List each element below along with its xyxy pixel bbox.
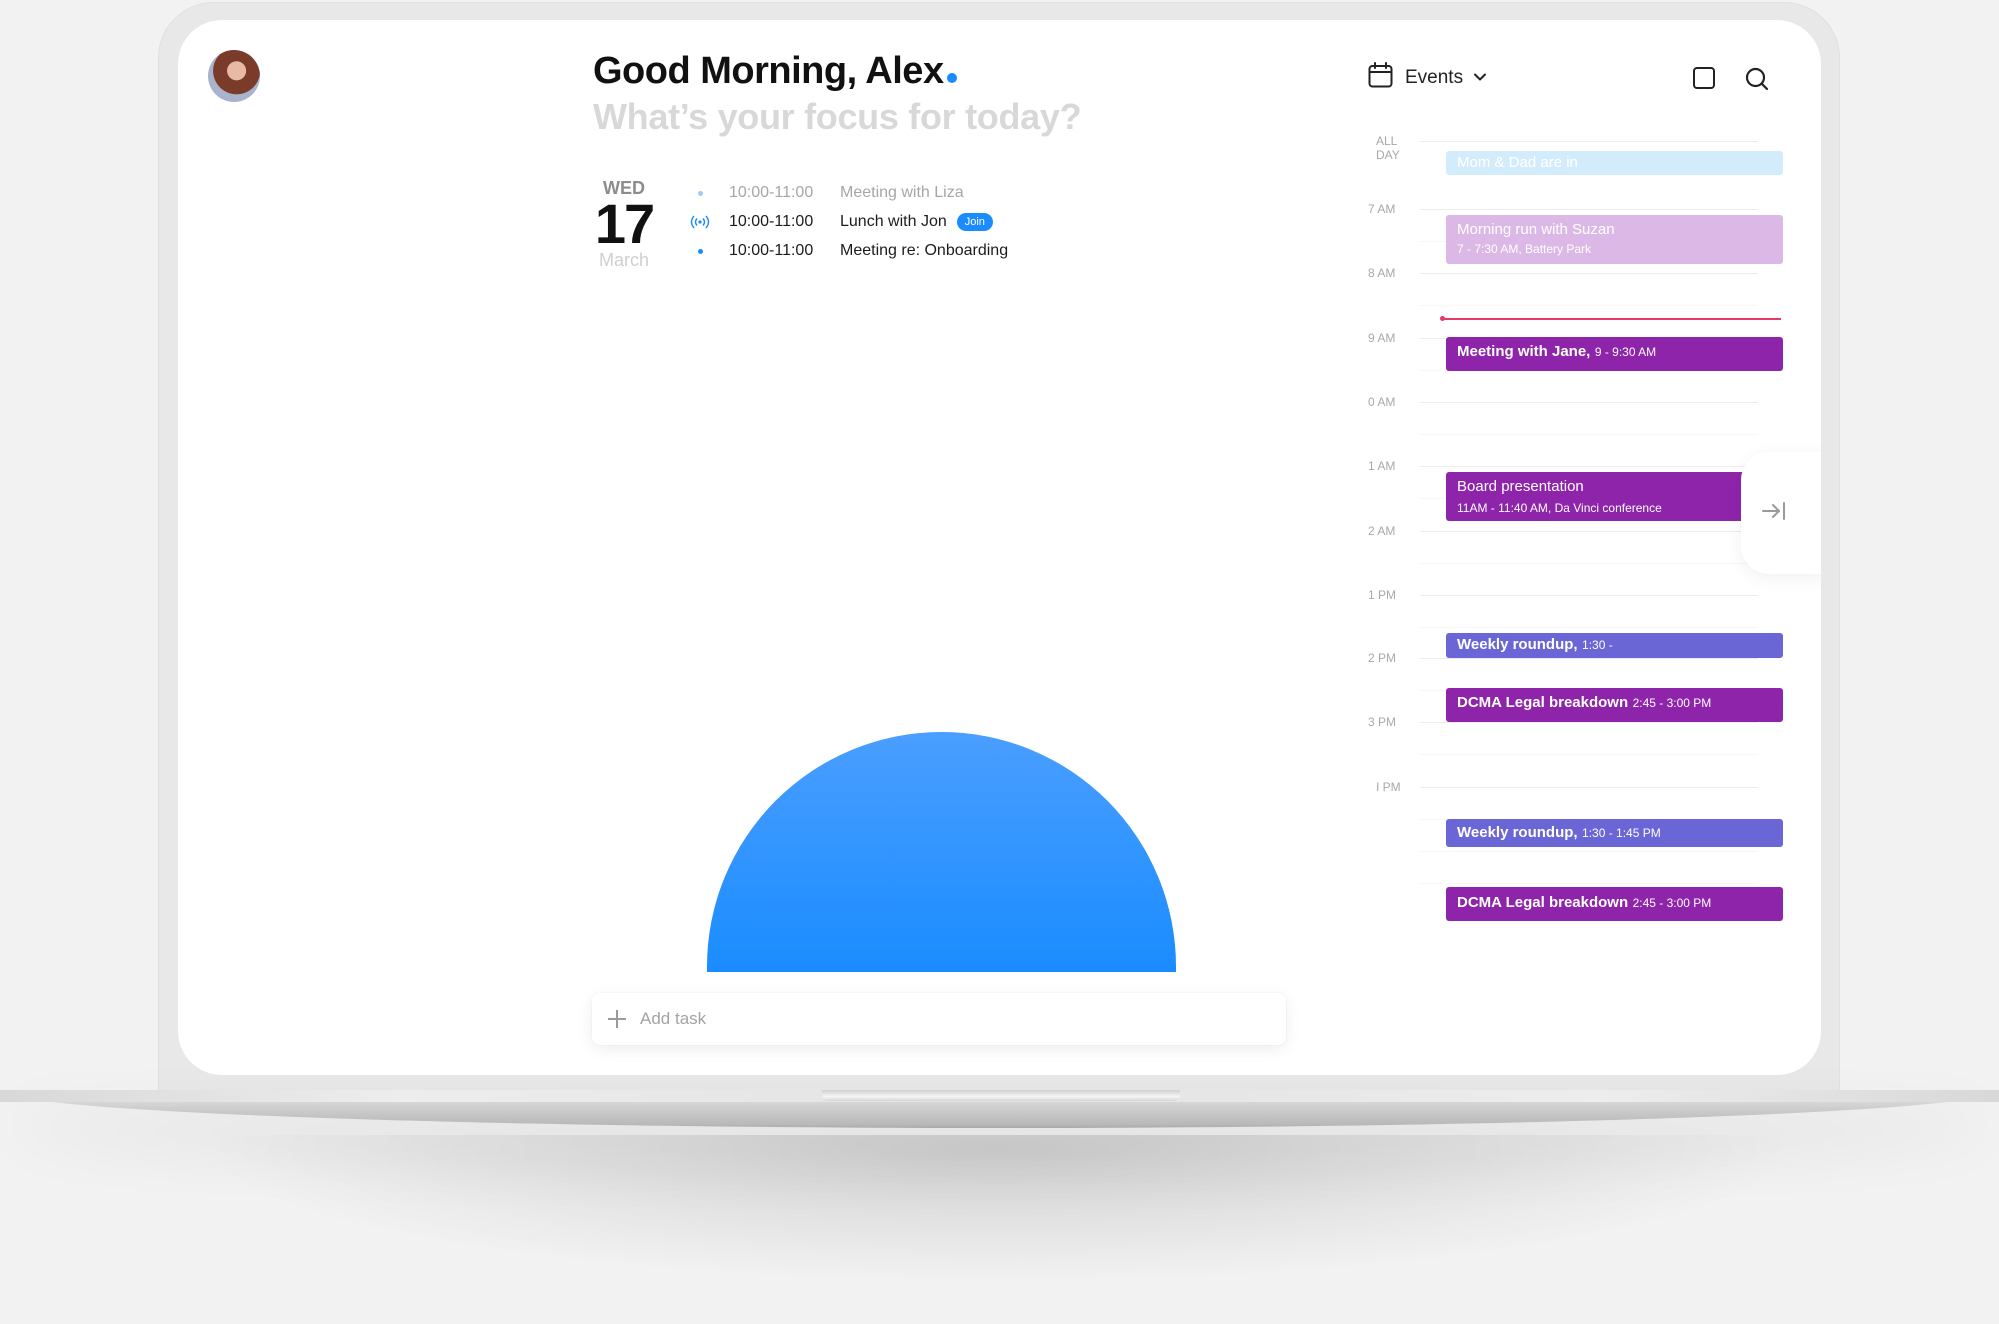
add-task-input[interactable] <box>638 1008 1286 1030</box>
event-time: 1:30 - <box>1582 638 1613 652</box>
agenda-title: Meeting with Liza <box>840 184 964 201</box>
search-icon[interactable] <box>1744 66 1770 97</box>
greeting-text: Good Morning, Alex <box>593 50 944 92</box>
grid-line <box>1420 531 1758 532</box>
chevron-down-icon <box>1473 69 1487 87</box>
grid-line <box>1420 595 1758 596</box>
time-label: 2 PM <box>1368 651 1397 665</box>
agenda-time: 10:00-11:00 <box>729 213 814 230</box>
event-block[interactable]: Board presentation 11AM - 11:40 AM, Da V… <box>1446 472 1783 521</box>
time-label: 9 AM <box>1368 331 1396 345</box>
grid-line <box>1420 209 1758 210</box>
calendar-icon <box>1368 62 1393 93</box>
grid-line <box>1420 658 1758 659</box>
arrow-right-to-line-icon <box>1761 500 1787 527</box>
time-label: I PM <box>1376 780 1401 794</box>
agenda-title: Meeting re: Onboarding <box>840 242 1009 259</box>
event-title: Mom & Dad are in <box>1457 154 1578 171</box>
event-block[interactable]: Morning run with Suzan 7 - 7:30 AM, Batt… <box>1446 215 1783 264</box>
laptop-shadow <box>200 1135 1800 1285</box>
event-time: 1:30 - 1:45 PM <box>1582 826 1661 840</box>
grid-line <box>1420 722 1758 723</box>
agenda-time: 10:00-11:00 <box>729 242 814 259</box>
event-subtitle: 11AM - 11:40 AM, Da Vinci conference <box>1457 501 1662 515</box>
add-task-bar[interactable] <box>592 993 1286 1045</box>
event-title: Weekly roundup, <box>1457 824 1578 841</box>
grid-half-line <box>1420 563 1758 564</box>
event-time: 2:45 - 3:00 PM <box>1632 696 1712 710</box>
grid-half-line <box>1420 851 1758 852</box>
grid-line <box>1420 466 1758 467</box>
event-block[interactable]: Weekly roundup, 1:30 - <box>1446 633 1783 658</box>
agenda-item[interactable]: 10:00-11:00 Meeting with Liza <box>688 180 964 206</box>
grid-line <box>1420 273 1758 274</box>
grid-half-line <box>1420 883 1758 884</box>
live-broadcast-icon <box>688 214 712 230</box>
agenda-time: 10:00-11:00 <box>729 184 814 201</box>
date-month: March <box>598 250 649 270</box>
date-day: 17 <box>594 192 655 255</box>
events-selector-label: Events <box>1405 66 1464 88</box>
current-time-indicator <box>1443 318 1781 320</box>
time-label: 1 PM <box>1368 588 1397 602</box>
event-title: Board presentation <box>1457 478 1584 495</box>
avatar[interactable] <box>208 50 260 102</box>
grid-line <box>1420 141 1758 142</box>
event-title: DCMA Legal breakdown <box>1457 894 1629 911</box>
laptop-notch <box>822 1090 1180 1101</box>
event-time: 9 - 9:30 AM <box>1594 345 1657 359</box>
greeting-title: Good Morning, Alex <box>593 50 957 93</box>
collapse-panel-button[interactable] <box>1741 452 1821 574</box>
time-label: 7 AM <box>1368 202 1396 216</box>
greeting-subtitle: What’s your focus for today? <box>593 96 1082 137</box>
time-label: 1 AM <box>1368 459 1396 473</box>
event-block[interactable]: Weekly roundup, 1:30 - 1:45 PM <box>1446 819 1783 847</box>
time-label: 3 PM <box>1368 715 1397 729</box>
events-selector[interactable]: Events <box>1368 62 1487 93</box>
event-block[interactable]: Mom & Dad are in <box>1446 151 1783 175</box>
agenda-title: Lunch with Jon <box>840 213 947 230</box>
focus-semicircle-graphic <box>707 732 1176 972</box>
time-label: 8 AM <box>1368 266 1396 280</box>
agenda-dot-icon <box>688 190 712 196</box>
grid-line <box>1420 787 1758 788</box>
grid-line <box>1420 402 1758 403</box>
time-label: 0 AM <box>1368 395 1396 409</box>
plus-icon[interactable] <box>608 1010 626 1028</box>
greeting-accent-dot <box>946 73 957 83</box>
grid-half-line <box>1420 434 1758 435</box>
event-subtitle: 7 - 7:30 AM, Battery Park <box>1457 242 1592 256</box>
agenda-dot-icon <box>688 248 712 254</box>
agenda-item[interactable]: 10:00-11:00 Lunch with Jon Join <box>688 209 993 235</box>
grid-half-line <box>1420 627 1758 628</box>
time-label-all-day: ALL DAY <box>1376 134 1400 162</box>
event-title: Morning run with Suzan <box>1457 221 1615 238</box>
agenda-item[interactable]: 10:00-11:00 Meeting re: Onboarding <box>688 238 1008 264</box>
grid-half-line <box>1420 754 1758 755</box>
event-title: Meeting with Jane, <box>1457 343 1591 360</box>
event-time: 2:45 - 3:00 PM <box>1632 896 1712 910</box>
event-title: DCMA Legal breakdown <box>1457 694 1629 711</box>
event-block[interactable]: Meeting with Jane, 9 - 9:30 AM <box>1446 337 1783 371</box>
grid-half-line <box>1420 305 1758 306</box>
event-title: Weekly roundup, <box>1457 636 1578 653</box>
app-screen: Good Morning, Alex What’s your focus for… <box>178 20 1821 1075</box>
event-block[interactable]: DCMA Legal breakdown 2:45 - 3:00 PM <box>1446 688 1783 722</box>
date-block: WED 17 March <box>593 178 655 270</box>
event-block[interactable]: DCMA Legal breakdown 2:45 - 3:00 PM <box>1446 887 1783 921</box>
join-button[interactable]: Join <box>956 213 993 231</box>
time-label: 2 AM <box>1368 524 1396 538</box>
square-icon[interactable] <box>1692 66 1716 95</box>
current-time-dot <box>1440 316 1445 321</box>
